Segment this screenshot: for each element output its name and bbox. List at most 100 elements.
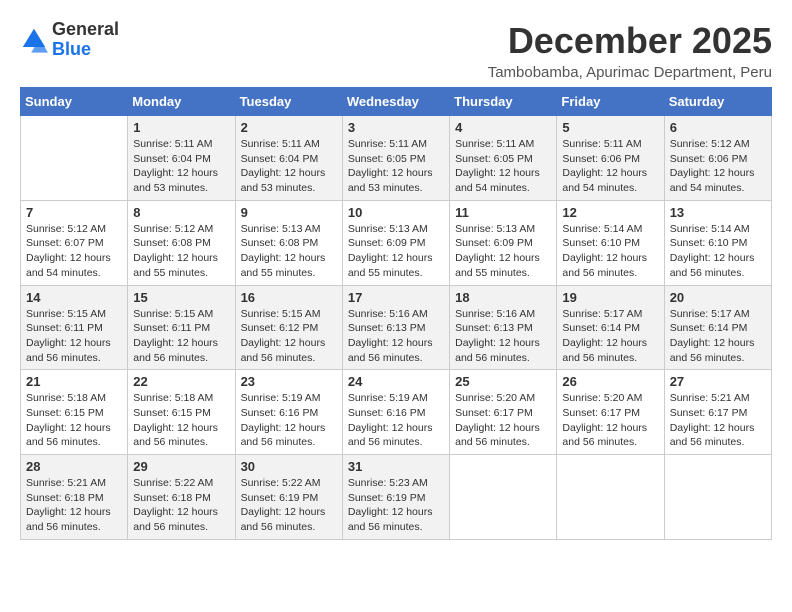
day-info: Sunrise: 5:16 AMSunset: 6:13 PMDaylight:… bbox=[455, 307, 551, 366]
day-info: Sunrise: 5:12 AMSunset: 6:06 PMDaylight:… bbox=[670, 137, 766, 196]
day-number: 29 bbox=[133, 459, 229, 474]
weekday-header-tuesday: Tuesday bbox=[235, 88, 342, 116]
day-info: Sunrise: 5:19 AMSunset: 6:16 PMDaylight:… bbox=[348, 391, 444, 450]
day-info: Sunrise: 5:23 AMSunset: 6:19 PMDaylight:… bbox=[348, 476, 444, 535]
day-info: Sunrise: 5:11 AMSunset: 6:06 PMDaylight:… bbox=[562, 137, 658, 196]
logo-general: General bbox=[52, 20, 119, 40]
calendar-cell bbox=[557, 455, 664, 540]
day-info: Sunrise: 5:15 AMSunset: 6:11 PMDaylight:… bbox=[133, 307, 229, 366]
day-number: 14 bbox=[26, 290, 122, 305]
calendar-cell: 25 Sunrise: 5:20 AMSunset: 6:17 PMDayligh… bbox=[450, 370, 557, 455]
calendar-cell: 29Sunrise: 5:22 AMSunset: 6:18 PMDayligh… bbox=[128, 455, 235, 540]
day-info: Sunrise: 5:20 AMSunset: 6:17 PMDaylight:… bbox=[455, 391, 551, 450]
day-info: Sunrise: 5:14 AMSunset: 6:10 PMDaylight:… bbox=[562, 222, 658, 281]
header: General Blue December 2025 Tambobamba, A… bbox=[20, 20, 772, 81]
day-number: 22 bbox=[133, 374, 229, 389]
calendar-cell: 21 Sunrise: 5:18 AMSunset: 6:15 PMDayligh… bbox=[21, 370, 128, 455]
calendar-cell: 11 Sunrise: 5:13 AMSunset: 6:09 PMDayligh… bbox=[450, 200, 557, 285]
day-info: Sunrise: 5:21 AMSunset: 6:18 PMDaylight:… bbox=[26, 476, 122, 535]
day-number: 6 bbox=[670, 120, 766, 135]
day-number: 18 bbox=[455, 290, 551, 305]
calendar-cell: 19 Sunrise: 5:17 AMSunset: 6:14 PMDayligh… bbox=[557, 285, 664, 370]
day-info: Sunrise: 5:11 AMSunset: 6:05 PMDaylight:… bbox=[348, 137, 444, 196]
day-number: 21 bbox=[26, 374, 122, 389]
calendar-cell: 8Sunrise: 5:12 AMSunset: 6:08 PMDaylight… bbox=[128, 200, 235, 285]
day-number: 11 bbox=[455, 205, 551, 220]
day-info: Sunrise: 5:18 AMSunset: 6:15 PMDaylight:… bbox=[133, 391, 229, 450]
weekday-header-monday: Monday bbox=[128, 88, 235, 116]
day-info: Sunrise: 5:15 AMSunset: 6:12 PMDaylight:… bbox=[241, 307, 337, 366]
day-info: Sunrise: 5:12 AMSunset: 6:07 PMDaylight:… bbox=[26, 222, 122, 281]
calendar-cell: 23 Sunrise: 5:19 AMSunset: 6:16 PMDayligh… bbox=[235, 370, 342, 455]
day-number: 17 bbox=[348, 290, 444, 305]
calendar-cell: 26 Sunrise: 5:20 AMSunset: 6:17 PMDayligh… bbox=[557, 370, 664, 455]
day-number: 5 bbox=[562, 120, 658, 135]
day-info: Sunrise: 5:13 AMSunset: 6:08 PMDaylight:… bbox=[241, 222, 337, 281]
day-info: Sunrise: 5:11 AMSunset: 6:04 PMDaylight:… bbox=[133, 137, 229, 196]
day-number: 23 bbox=[241, 374, 337, 389]
calendar-cell: 17Sunrise: 5:16 AMSunset: 6:13 PMDayligh… bbox=[342, 285, 449, 370]
weekday-header-wednesday: Wednesday bbox=[342, 88, 449, 116]
day-info: Sunrise: 5:22 AMSunset: 6:19 PMDaylight:… bbox=[241, 476, 337, 535]
calendar-cell bbox=[450, 455, 557, 540]
calendar-cell: 5 Sunrise: 5:11 AMSunset: 6:06 PMDaylight… bbox=[557, 116, 664, 201]
calendar-header: SundayMondayTuesdayWednesdayThursdayFrid… bbox=[21, 88, 772, 116]
day-number: 9 bbox=[241, 205, 337, 220]
day-number: 12 bbox=[562, 205, 658, 220]
day-info: Sunrise: 5:12 AMSunset: 6:08 PMDaylight:… bbox=[133, 222, 229, 281]
calendar-cell: 14 Sunrise: 5:15 AMSunset: 6:11 PMDayligh… bbox=[21, 285, 128, 370]
calendar-cell: 2 Sunrise: 5:11 AMSunset: 6:04 PMDaylight… bbox=[235, 116, 342, 201]
day-number: 20 bbox=[670, 290, 766, 305]
calendar-cell: 30 Sunrise: 5:22 AMSunset: 6:19 PMDayligh… bbox=[235, 455, 342, 540]
day-number: 25 bbox=[455, 374, 551, 389]
calendar-cell: 28Sunrise: 5:21 AMSunset: 6:18 PMDayligh… bbox=[21, 455, 128, 540]
month-title: December 2025 bbox=[488, 20, 772, 62]
day-info: Sunrise: 5:17 AMSunset: 6:14 PMDaylight:… bbox=[562, 307, 658, 366]
logo-icon bbox=[20, 26, 48, 54]
calendar-body: 1 Sunrise: 5:11 AMSunset: 6:04 PMDaylight… bbox=[21, 116, 772, 540]
week-row-3: 14 Sunrise: 5:15 AMSunset: 6:11 PMDayligh… bbox=[21, 285, 772, 370]
day-info: Sunrise: 5:11 AMSunset: 6:05 PMDaylight:… bbox=[455, 137, 551, 196]
day-number: 16 bbox=[241, 290, 337, 305]
day-number: 10 bbox=[348, 205, 444, 220]
day-info: Sunrise: 5:18 AMSunset: 6:15 PMDaylight:… bbox=[26, 391, 122, 450]
calendar-cell: 12 Sunrise: 5:14 AMSunset: 6:10 PMDayligh… bbox=[557, 200, 664, 285]
day-number: 19 bbox=[562, 290, 658, 305]
logo: General Blue bbox=[20, 20, 119, 60]
day-info: Sunrise: 5:20 AMSunset: 6:17 PMDaylight:… bbox=[562, 391, 658, 450]
day-number: 26 bbox=[562, 374, 658, 389]
day-info: Sunrise: 5:13 AMSunset: 6:09 PMDaylight:… bbox=[455, 222, 551, 281]
calendar-cell: 27 Sunrise: 5:21 AMSunset: 6:17 PMDayligh… bbox=[664, 370, 771, 455]
day-number: 3 bbox=[348, 120, 444, 135]
day-number: 7 bbox=[26, 205, 122, 220]
title-area: December 2025 Tambobamba, Apurimac Depar… bbox=[488, 20, 772, 81]
calendar-cell: 15Sunrise: 5:15 AMSunset: 6:11 PMDayligh… bbox=[128, 285, 235, 370]
calendar-cell: 9 Sunrise: 5:13 AMSunset: 6:08 PMDaylight… bbox=[235, 200, 342, 285]
day-info: Sunrise: 5:11 AMSunset: 6:04 PMDaylight:… bbox=[241, 137, 337, 196]
calendar-table: SundayMondayTuesdayWednesdayThursdayFrid… bbox=[20, 87, 772, 540]
calendar-cell: 18 Sunrise: 5:16 AMSunset: 6:13 PMDayligh… bbox=[450, 285, 557, 370]
day-info: Sunrise: 5:19 AMSunset: 6:16 PMDaylight:… bbox=[241, 391, 337, 450]
weekday-header-sunday: Sunday bbox=[21, 88, 128, 116]
calendar-cell: 4Sunrise: 5:11 AMSunset: 6:05 PMDaylight… bbox=[450, 116, 557, 201]
day-info: Sunrise: 5:21 AMSunset: 6:17 PMDaylight:… bbox=[670, 391, 766, 450]
week-row-5: 28Sunrise: 5:21 AMSunset: 6:18 PMDayligh… bbox=[21, 455, 772, 540]
day-number: 2 bbox=[241, 120, 337, 135]
calendar-cell: 16 Sunrise: 5:15 AMSunset: 6:12 PMDayligh… bbox=[235, 285, 342, 370]
day-info: Sunrise: 5:15 AMSunset: 6:11 PMDaylight:… bbox=[26, 307, 122, 366]
day-number: 1 bbox=[133, 120, 229, 135]
day-number: 31 bbox=[348, 459, 444, 474]
location-title: Tambobamba, Apurimac Department, Peru bbox=[488, 64, 772, 81]
week-row-1: 1 Sunrise: 5:11 AMSunset: 6:04 PMDaylight… bbox=[21, 116, 772, 201]
calendar-cell bbox=[21, 116, 128, 201]
calendar-cell bbox=[664, 455, 771, 540]
calendar-cell: 24Sunrise: 5:19 AMSunset: 6:16 PMDayligh… bbox=[342, 370, 449, 455]
day-number: 13 bbox=[670, 205, 766, 220]
calendar-cell: 7 Sunrise: 5:12 AMSunset: 6:07 PMDaylight… bbox=[21, 200, 128, 285]
calendar-cell: 31 Sunrise: 5:23 AMSunset: 6:19 PMDayligh… bbox=[342, 455, 449, 540]
day-number: 30 bbox=[241, 459, 337, 474]
logo-text: General Blue bbox=[52, 20, 119, 60]
calendar-cell: 10Sunrise: 5:13 AMSunset: 6:09 PMDayligh… bbox=[342, 200, 449, 285]
weekday-header-row: SundayMondayTuesdayWednesdayThursdayFrid… bbox=[21, 88, 772, 116]
day-number: 27 bbox=[670, 374, 766, 389]
